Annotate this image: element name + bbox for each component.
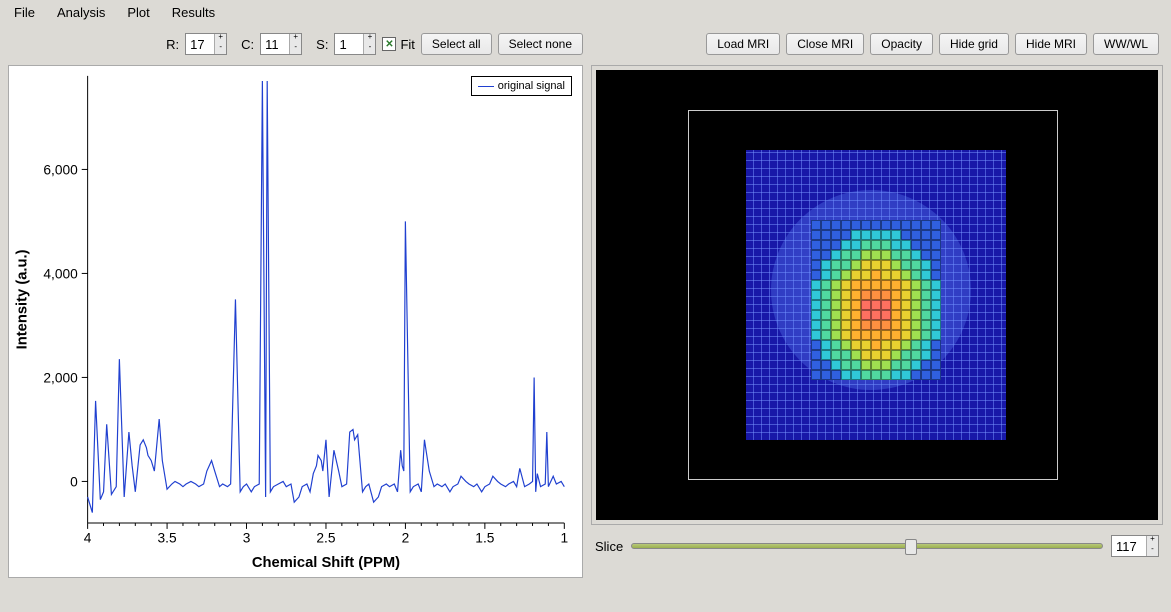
svg-text:Intensity (a.u.): Intensity (a.u.) [15, 249, 31, 349]
mri-view[interactable] [596, 70, 1158, 520]
s-down[interactable]: - [363, 44, 375, 54]
slice-spinner[interactable]: +- [1111, 535, 1159, 557]
hide-mri-button[interactable]: Hide MRI [1015, 33, 1087, 55]
wwwl-button[interactable]: WW/WL [1093, 33, 1159, 55]
r-input[interactable] [186, 37, 214, 52]
svg-text:2.5: 2.5 [316, 531, 335, 546]
slice-row: Slice +- [591, 525, 1163, 561]
load-mri-button[interactable]: Load MRI [706, 33, 780, 55]
voxel-heatmap[interactable] [811, 220, 941, 380]
s-spinner[interactable]: +- [334, 33, 376, 55]
s-input[interactable] [335, 37, 363, 52]
slice-label: Slice [595, 539, 623, 554]
r-label: R: [166, 37, 179, 52]
close-mri-button[interactable]: Close MRI [786, 33, 864, 55]
svg-text:1.5: 1.5 [475, 531, 494, 546]
svg-text:Chemical Shift (PPM): Chemical Shift (PPM) [252, 555, 400, 571]
fit-checkbox[interactable]: ✕ Fit [382, 37, 414, 52]
slider-thumb[interactable] [905, 539, 917, 555]
s-label: S: [316, 37, 328, 52]
menu-file[interactable]: File [14, 5, 35, 20]
right-toolbar: Load MRI Close MRI Opacity Hide grid Hid… [591, 25, 1163, 65]
slice-down[interactable]: - [1146, 546, 1158, 556]
svg-text:2,000: 2,000 [43, 370, 78, 385]
svg-text:4,000: 4,000 [43, 266, 78, 281]
svg-text:2: 2 [402, 531, 410, 546]
menu-analysis[interactable]: Analysis [57, 5, 105, 20]
svg-text:0: 0 [70, 474, 78, 489]
c-label: C: [241, 37, 254, 52]
checkbox-icon: ✕ [382, 37, 396, 51]
select-none-button[interactable]: Select none [498, 33, 583, 55]
right-panel: Load MRI Close MRI Opacity Hide grid Hid… [591, 25, 1163, 578]
r-spinner[interactable]: +- [185, 33, 227, 55]
svg-text:3: 3 [243, 531, 251, 546]
menu-results[interactable]: Results [172, 5, 215, 20]
svg-text:6,000: 6,000 [43, 162, 78, 177]
menubar: File Analysis Plot Results [0, 0, 1171, 25]
legend-line-icon [478, 86, 494, 87]
menu-plot[interactable]: Plot [127, 5, 149, 20]
spectrum-plot[interactable]: 4 3.5 3 2.5 2 1.5 1 0 2,000 4,000 6,000 Chemical Sh… [8, 65, 583, 578]
c-spinner[interactable]: +- [260, 33, 302, 55]
svg-text:1: 1 [560, 531, 568, 546]
slice-slider[interactable] [631, 543, 1103, 549]
svg-text:4: 4 [84, 531, 92, 546]
opacity-button[interactable]: Opacity [870, 33, 933, 55]
plot-svg: 4 3.5 3 2.5 2 1.5 1 0 2,000 4,000 6,000 Chemical Sh… [9, 66, 582, 577]
left-toolbar: R: +- C: +- S: +- ✕ Fit Select all Selec… [8, 25, 583, 65]
select-all-button[interactable]: Select all [421, 33, 492, 55]
c-down[interactable]: - [289, 44, 301, 54]
mri-container [591, 65, 1163, 525]
fit-label: Fit [400, 37, 414, 52]
svg-text:3.5: 3.5 [158, 531, 177, 546]
hide-grid-button[interactable]: Hide grid [939, 33, 1009, 55]
left-panel: R: +- C: +- S: +- ✕ Fit Select all Selec… [8, 25, 583, 578]
c-input[interactable] [261, 37, 289, 52]
r-down[interactable]: - [214, 44, 226, 54]
legend-label: original signal [498, 80, 565, 92]
legend: original signal [471, 76, 572, 96]
slice-input[interactable] [1112, 539, 1146, 554]
